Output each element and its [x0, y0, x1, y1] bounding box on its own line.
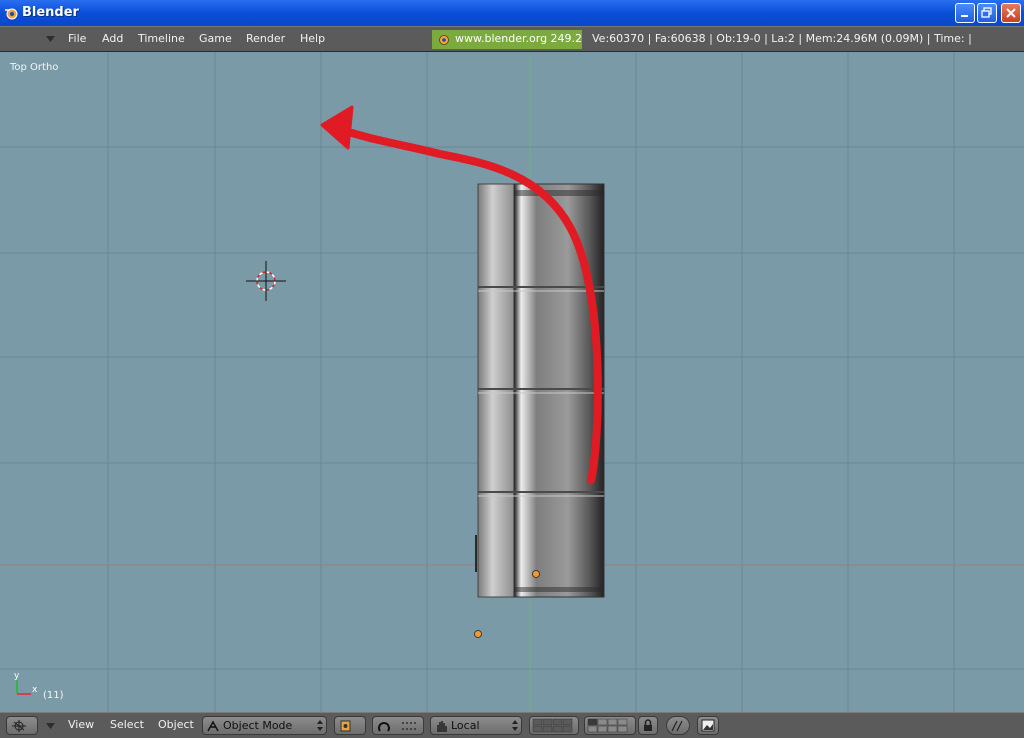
menu-object[interactable]: Object [158, 718, 194, 731]
cursor-3d-icon[interactable] [246, 261, 286, 301]
header-collapse-icon[interactable] [46, 35, 56, 43]
snap-toggle[interactable] [666, 716, 690, 735]
mode-select[interactable]: Object Mode [202, 716, 327, 735]
menu-select[interactable]: Select [110, 718, 144, 731]
pivot-select[interactable] [334, 716, 366, 735]
cylinder-mesh[interactable] [475, 183, 605, 598]
minimize-button[interactable] [955, 3, 975, 23]
maximize-icon [981, 7, 992, 18]
axis-x-label: x [32, 685, 38, 695]
menu-view[interactable]: View [68, 718, 94, 731]
orientation-label: Local [451, 719, 480, 732]
3d-viewport[interactable]: x y Top Ortho (11) [0, 52, 1024, 712]
blender-logo-icon [5, 8, 18, 20]
menu-render[interactable]: Render [246, 32, 285, 45]
manipulator-toggle[interactable] [372, 716, 424, 735]
snap-icon [671, 720, 683, 732]
viewport-grid: x y [0, 52, 1024, 712]
render-preview-button[interactable] [697, 716, 719, 735]
window-titlebar: Blender [0, 0, 1024, 26]
menu-add[interactable]: Add [102, 32, 123, 45]
close-icon [1006, 8, 1016, 18]
mode-label: Object Mode [223, 719, 293, 732]
editor-type-button[interactable] [6, 716, 38, 735]
menu-timeline[interactable]: Timeline [138, 32, 185, 45]
blender-url-badge[interactable]: www.blender.org 249.2 [432, 30, 582, 49]
menu-file[interactable]: File [68, 32, 86, 45]
header-collapse-icon[interactable] [46, 722, 56, 730]
chevron-updown-icon [512, 720, 518, 731]
menu-help[interactable]: Help [300, 32, 325, 45]
object-origin[interactable] [474, 630, 482, 638]
blender-url: www.blender.org 249.2 [455, 32, 583, 45]
view-label: Top Ortho [10, 62, 59, 73]
view3d-icon [12, 720, 26, 732]
lock-icon [644, 719, 652, 731]
layers-icon [532, 718, 573, 733]
blender-logo-icon [439, 35, 449, 45]
layers-group-1[interactable] [529, 716, 579, 735]
object-origin[interactable] [532, 570, 540, 578]
scene-stats: Ve:60370 | Fa:60638 | Ob:19-0 | La:2 | M… [592, 32, 972, 45]
axis-gizmo: x y [14, 671, 38, 695]
hand-icon [437, 721, 447, 732]
orientation-select[interactable]: Local [430, 716, 522, 735]
lock-layers-toggle[interactable] [638, 716, 658, 735]
layers-group-2[interactable] [584, 716, 636, 735]
3d-view-header: View Select Object Object Mode Local [0, 712, 1024, 738]
chevron-updown-icon [317, 720, 323, 731]
axis-y-label: y [14, 671, 20, 681]
render-icon [701, 719, 715, 732]
manipulator-icon [378, 722, 416, 732]
menu-game[interactable]: Game [199, 32, 232, 45]
layers-icon [587, 718, 628, 733]
frame-number: (11) [43, 690, 64, 701]
object-mode-icon [207, 720, 219, 732]
maximize-button[interactable] [977, 3, 997, 23]
info-header: File Add Timeline Game Render Help www.b… [0, 26, 1024, 52]
window-title: Blender [22, 5, 79, 20]
minimize-icon [961, 15, 968, 17]
close-button[interactable] [1001, 3, 1021, 23]
pivot-icon [340, 720, 351, 732]
